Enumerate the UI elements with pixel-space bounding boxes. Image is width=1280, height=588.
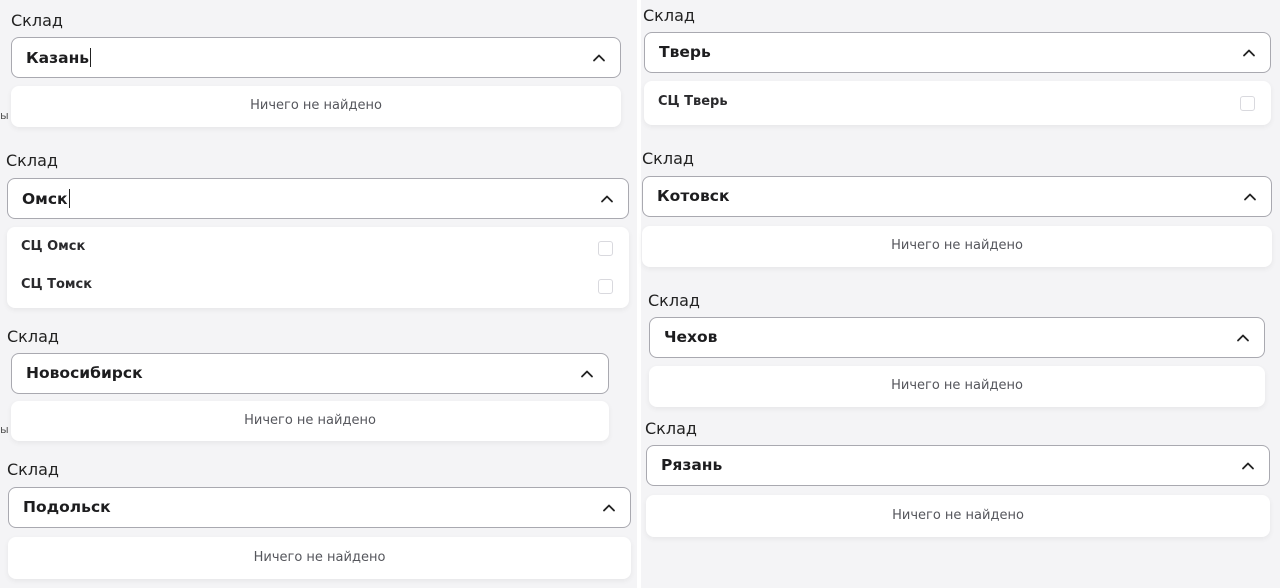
chevron-up-icon[interactable]: [1241, 459, 1255, 473]
dropdown-list: Ничего не найдено: [646, 495, 1270, 537]
warehouse-input[interactable]: Казань: [26, 48, 91, 67]
option-checkbox[interactable]: [598, 279, 613, 294]
chevron-up-icon[interactable]: [1236, 331, 1250, 345]
warehouse-select[interactable]: Омск: [7, 178, 629, 219]
warehouse-select[interactable]: Подольск: [8, 487, 631, 528]
field-label: Склад: [648, 291, 700, 310]
edge-text: ы: [0, 109, 9, 122]
empty-message: Ничего не найдено: [891, 378, 1023, 393]
warehouse-input[interactable]: Новосибирск: [26, 364, 143, 382]
warehouse-select[interactable]: Котовск: [642, 176, 1272, 217]
option-sc-omsk[interactable]: СЦ Омск: [21, 239, 85, 254]
chevron-up-icon[interactable]: [1243, 190, 1257, 204]
chevron-up-icon[interactable]: [592, 51, 606, 65]
chevron-up-icon[interactable]: [602, 501, 616, 515]
warehouse-select[interactable]: Казань: [11, 37, 621, 78]
field-label: Склад: [7, 460, 59, 479]
dropdown-list: Ничего не найдено: [11, 86, 621, 127]
empty-message: Ничего не найдено: [891, 238, 1023, 253]
warehouse-select[interactable]: Чехов: [649, 317, 1265, 358]
chevron-up-icon[interactable]: [580, 367, 594, 381]
dropdown-list: Ничего не найдено: [11, 401, 609, 441]
warehouse-input[interactable]: Тверь: [659, 43, 711, 61]
empty-message: Ничего не найдено: [892, 508, 1024, 523]
dropdown-list: Ничего не найдено: [649, 366, 1265, 407]
field-label: Склад: [6, 151, 58, 170]
option-checkbox[interactable]: [598, 241, 613, 256]
field-label: Склад: [7, 327, 59, 346]
dropdown-list: СЦ Тверь: [644, 81, 1271, 125]
empty-message: Ничего не найдено: [250, 98, 382, 113]
warehouse-input[interactable]: Котовск: [657, 187, 729, 205]
dropdown-list: Ничего не найдено: [642, 226, 1272, 267]
field-label: Склад: [11, 11, 63, 30]
warehouse-select[interactable]: Рязань: [646, 445, 1270, 486]
warehouse-select[interactable]: Тверь: [644, 32, 1271, 73]
chevron-up-icon[interactable]: [600, 192, 614, 206]
option-sc-tver[interactable]: СЦ Тверь: [658, 94, 728, 109]
warehouse-input[interactable]: Подольск: [23, 498, 111, 516]
warehouse-input[interactable]: Чехов: [664, 328, 718, 346]
edge-text: ы: [0, 423, 9, 436]
dropdown-list: СЦ Омск СЦ Томск: [7, 227, 629, 308]
option-sc-tomsk[interactable]: СЦ Томск: [21, 277, 92, 292]
panel-divider: [637, 0, 641, 588]
field-label: Склад: [643, 6, 695, 25]
option-checkbox[interactable]: [1240, 96, 1255, 111]
field-label: Склад: [645, 419, 697, 438]
empty-message: Ничего не найдено: [253, 550, 386, 565]
warehouse-input[interactable]: Рязань: [661, 456, 722, 474]
warehouse-input[interactable]: Омск: [22, 189, 70, 208]
warehouse-select[interactable]: Новосибирск: [11, 353, 609, 394]
dropdown-list: Ничего не найдено: [8, 537, 631, 579]
field-label: Склад: [642, 149, 694, 168]
chevron-up-icon[interactable]: [1242, 46, 1256, 60]
empty-message: Ничего не найдено: [244, 413, 376, 428]
